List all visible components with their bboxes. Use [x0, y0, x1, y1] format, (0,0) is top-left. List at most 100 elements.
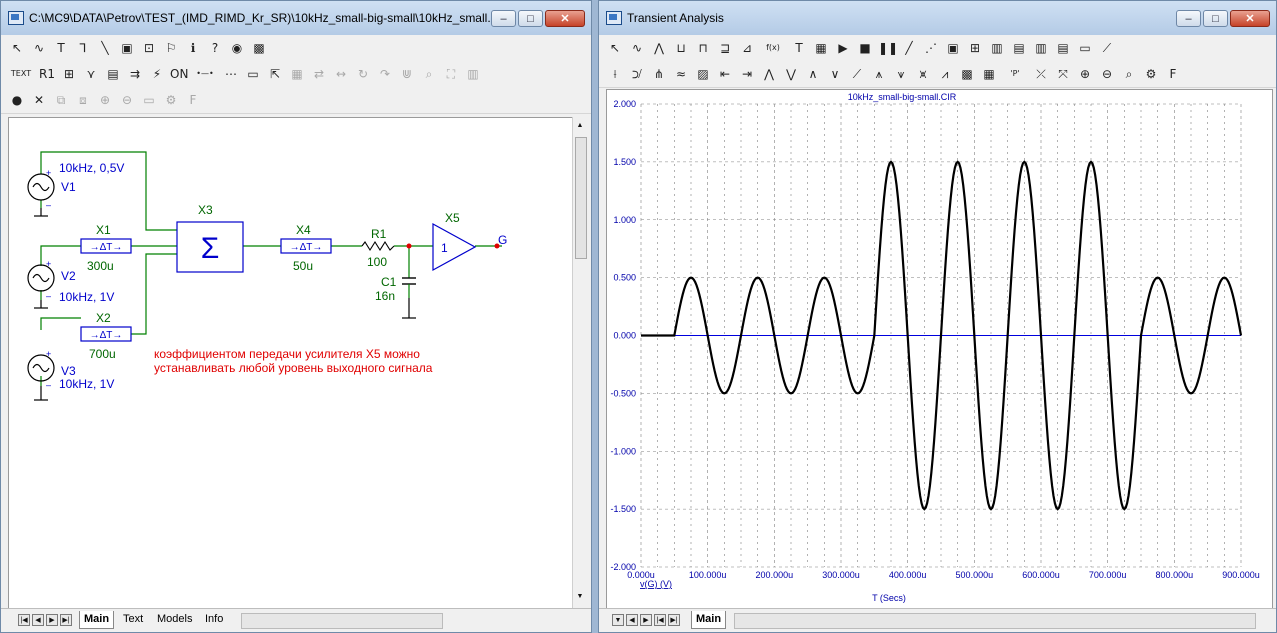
marker-a-icon[interactable]: ⤫: [1032, 66, 1050, 82]
next-page-icon[interactable]: ▶: [640, 614, 652, 626]
copy-icon[interactable]: ⧉: [52, 92, 70, 108]
wire-mode-icon[interactable]: ∿: [30, 40, 48, 56]
pause-icon[interactable]: ❚❚: [878, 40, 898, 56]
notes-icon[interactable]: ▥: [464, 66, 482, 82]
find-icon[interactable]: ⌕: [420, 66, 438, 82]
split-icon[interactable]: ⋓: [398, 66, 416, 82]
close-button[interactable]: ✕: [1230, 10, 1270, 27]
horizontal-scrollbar[interactable]: [734, 613, 1256, 629]
peak-b-icon[interactable]: ∧: [804, 66, 822, 82]
last-page-icon[interactable]: ▶|: [60, 614, 72, 626]
table-icon[interactable]: ▦: [980, 66, 998, 82]
select-cursor-icon[interactable]: ⇱: [266, 66, 284, 82]
scroll-thumb[interactable]: [575, 137, 587, 259]
tab-models[interactable]: Models: [153, 611, 196, 628]
pin-icon[interactable]: •—•: [192, 66, 218, 82]
tracker-icon[interactable]: ⋔: [650, 66, 668, 82]
run-icon[interactable]: ▶: [834, 40, 852, 56]
slope-a-icon[interactable]: ⟋: [848, 66, 866, 82]
high-icon[interactable]: ⊓: [694, 40, 712, 56]
folder-icon[interactable]: ▭: [140, 92, 158, 108]
graphics-icon[interactable]: ⊡: [140, 40, 158, 56]
text-icon[interactable]: TEXT: [8, 66, 34, 82]
next-page-icon[interactable]: ▶: [46, 614, 58, 626]
palette-icon[interactable]: ▩: [958, 66, 976, 82]
tab-text[interactable]: Text: [119, 611, 147, 628]
help-icon[interactable]: ?: [206, 40, 224, 56]
maximize-button[interactable]: □: [1203, 10, 1228, 27]
scroll-up-arrow-icon[interactable]: ▲: [574, 120, 586, 132]
zoom-out-icon[interactable]: ⊖: [118, 92, 136, 108]
text-tool-icon[interactable]: T: [52, 40, 70, 56]
border-icon[interactable]: ▭: [244, 66, 262, 82]
flag-icon[interactable]: ⚐: [162, 40, 180, 56]
first-page-icon[interactable]: |◀: [18, 614, 30, 626]
baseline-icon[interactable]: ▭: [1076, 40, 1094, 56]
step-icon[interactable]: ↷: [376, 66, 394, 82]
tab-main[interactable]: Main: [691, 611, 727, 629]
x5-amplifier[interactable]: 1: [432, 222, 477, 272]
text-icon[interactable]: T: [790, 40, 808, 56]
line-icon[interactable]: ╱: [900, 40, 918, 56]
fall-icon[interactable]: ⩛: [892, 66, 910, 82]
component-icon[interactable]: ▣: [118, 40, 136, 56]
info-icon[interactable]: ℹ: [184, 40, 202, 56]
mirror-icon[interactable]: ⇄: [310, 66, 328, 82]
diagonal-wire-icon[interactable]: ╲: [96, 40, 114, 56]
cancel-icon[interactable]: ✕: [30, 92, 48, 108]
scale-icon[interactable]: ∿: [628, 40, 646, 56]
node-number-icon[interactable]: ⊞: [60, 66, 78, 82]
font-icon[interactable]: F: [184, 92, 202, 108]
prev-page-icon[interactable]: ◀: [626, 614, 638, 626]
properties-icon[interactable]: ▦: [812, 40, 830, 56]
layout-1-icon[interactable]: ▥: [988, 40, 1006, 56]
current-icon[interactable]: ⇉: [126, 66, 144, 82]
close-button[interactable]: ✕: [545, 10, 585, 27]
p-icon[interactable]: 'P': [1002, 66, 1028, 82]
valley-a-icon[interactable]: ⋁: [782, 66, 800, 82]
c1-capacitor[interactable]: [402, 277, 416, 298]
settings-icon[interactable]: ⚙: [162, 92, 180, 108]
next-right-icon[interactable]: ⇥: [738, 66, 756, 82]
zoom-in-icon[interactable]: ⊕: [96, 92, 114, 108]
slope-icon[interactable]: ⊿: [738, 40, 756, 56]
x1-delay-block[interactable]: →ΔT→: [80, 238, 132, 254]
rotate-icon[interactable]: ↻: [354, 66, 372, 82]
stop-icon[interactable]: ■: [856, 40, 874, 56]
schematic-vertical-scrollbar[interactable]: ▲ ▼: [572, 117, 589, 608]
font-icon[interactable]: F: [1164, 66, 1182, 82]
zoom-fit-icon[interactable]: ⌕: [1120, 66, 1138, 82]
paste-icon[interactable]: ⧈: [74, 92, 92, 108]
attribute-icon[interactable]: R1: [38, 66, 56, 82]
plot-area[interactable]: 10kHz_small-big-small.CIR 2.000 1.500 1.00…: [606, 89, 1273, 609]
chart-icon[interactable]: ▨: [694, 66, 712, 82]
grid-icon[interactable]: ⊞: [966, 40, 984, 56]
prev-page-icon[interactable]: ◀: [32, 614, 44, 626]
minimize-button[interactable]: –: [491, 10, 516, 27]
next-left-icon[interactable]: ⇤: [716, 66, 734, 82]
schematic-titlebar[interactable]: C:\MC9\DATA\Petrov\TEST_(IMD_RIMD_Kr_SR)…: [1, 1, 591, 36]
valley-icon[interactable]: ⊔: [672, 40, 690, 56]
bookmark-icon[interactable]: ⩘: [936, 66, 954, 82]
x2-delay-block[interactable]: →ΔT→: [80, 326, 132, 342]
trend-icon[interactable]: ⟋: [1098, 40, 1116, 56]
select-arrow-icon[interactable]: ↖: [606, 40, 624, 56]
valley-b-icon[interactable]: ∨: [826, 66, 844, 82]
last-page-icon[interactable]: |◀: [654, 614, 666, 626]
tab-main[interactable]: Main: [79, 611, 115, 629]
r1-resistor[interactable]: [361, 240, 395, 252]
binoculars-icon[interactable]: ⛶: [442, 66, 460, 82]
box-icon[interactable]: ▣: [944, 40, 962, 56]
marker-b-icon[interactable]: ⤧: [1054, 66, 1072, 82]
select-arrow-icon[interactable]: ↖: [8, 40, 26, 56]
analysis-titlebar[interactable]: Transient Analysis – □ ✕: [599, 1, 1276, 36]
rise-icon[interactable]: ⩚: [870, 66, 888, 82]
zoom-in-icon[interactable]: ⊕: [1076, 66, 1094, 82]
maximize-button[interactable]: □: [518, 10, 543, 27]
inflect-icon[interactable]: ⩙: [914, 66, 932, 82]
on-state-icon[interactable]: ON: [170, 66, 188, 82]
layout-4-icon[interactable]: ▤: [1054, 40, 1072, 56]
first-page-icon[interactable]: ▼: [612, 614, 624, 626]
peak-icon[interactable]: ⋀: [650, 40, 668, 56]
properties-icon[interactable]: ▦: [288, 66, 306, 82]
